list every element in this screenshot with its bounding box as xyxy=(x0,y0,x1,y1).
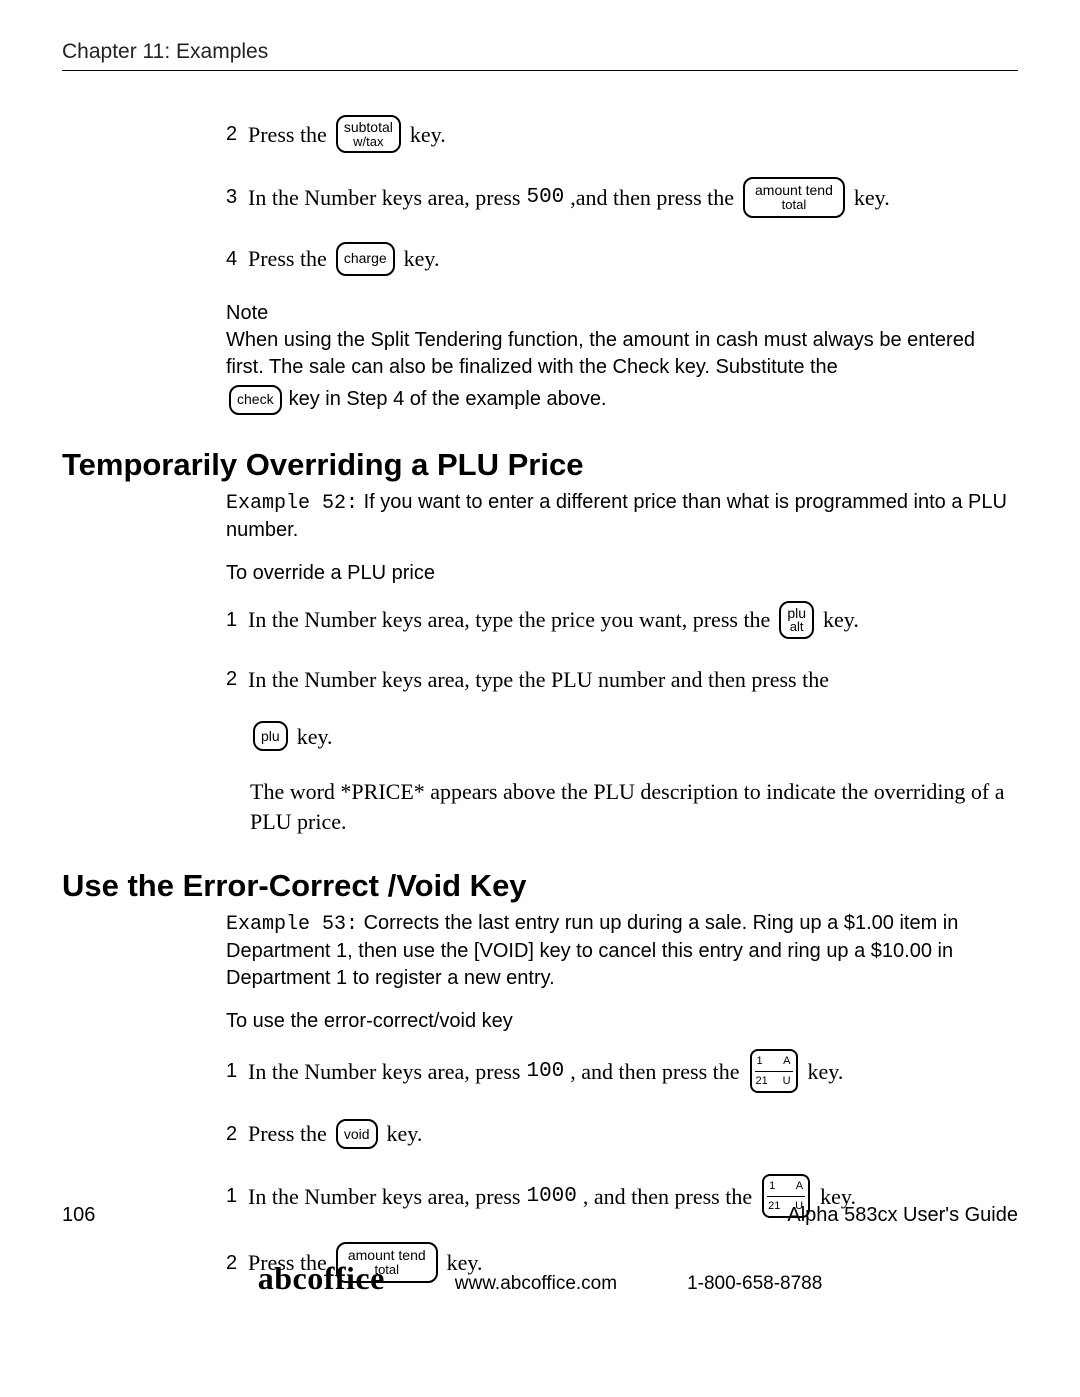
text: key. xyxy=(387,1117,423,1150)
text: key. xyxy=(404,242,440,275)
step-body: Press the subtotalw/tax key. xyxy=(248,115,1018,153)
subhead-plu: To override a PLU price xyxy=(226,562,1018,585)
note-text-2: key in Step 4 of the example above. xyxy=(289,386,607,413)
step-number: 2 xyxy=(226,119,248,149)
code-text: 100 xyxy=(526,1056,564,1088)
example-52: Example 52: If you want to enter a diffe… xyxy=(226,489,1018,544)
department-key-icon: 1A21U xyxy=(750,1049,798,1093)
step: 2Press the void key. xyxy=(226,1117,1018,1150)
guide-name: Alpha 583cx User's Guide xyxy=(787,1204,1018,1227)
text: key. xyxy=(297,720,333,753)
step-body: In the Number keys area, type the PLU nu… xyxy=(248,663,1018,696)
step-number: 3 xyxy=(226,182,248,212)
chapter-header: Chapter 11: Examples xyxy=(62,40,1018,64)
text: In the Number keys area, press xyxy=(248,181,520,214)
step: 3In the Number keys area, press 500,and … xyxy=(226,177,1018,217)
step-number: 1 xyxy=(226,605,248,635)
code-text: 500 xyxy=(526,182,564,214)
brand-logo: abcoffice xyxy=(258,1260,385,1297)
section-heading-plu: Temporarily Overriding a PLU Price xyxy=(62,447,1018,483)
text: key. xyxy=(410,118,446,151)
content-area: 2Press the subtotalw/tax key.3In the Num… xyxy=(226,115,1018,415)
note-text-1: When using the Split Tendering function,… xyxy=(226,327,1018,381)
step: 2In the Number keys area, type the PLU n… xyxy=(226,663,1018,696)
check-key-icon: check xyxy=(229,385,282,415)
step-number: 1 xyxy=(226,1056,248,1086)
note-body: When using the Split Tendering function,… xyxy=(226,327,1018,415)
text: In the Number keys area, press xyxy=(248,1055,520,1088)
amount tend-key-icon: amount tendtotal xyxy=(743,177,845,217)
text: In the Number keys area, type the price … xyxy=(248,603,770,636)
page: Chapter 11: Examples 2Press the subtotal… xyxy=(0,0,1080,1397)
text: Press the xyxy=(248,1117,327,1150)
step-body: Press the void key. xyxy=(248,1117,1018,1150)
section-heading-void: Use the Error-Correct /Void Key xyxy=(62,868,1018,904)
step-body: In the Number keys area, press 100, and … xyxy=(248,1049,1018,1093)
void-key-icon: void xyxy=(336,1119,378,1149)
brand-url: www.abcoffice.com xyxy=(455,1273,617,1295)
plu-key-icon: plu xyxy=(253,721,288,751)
example-label: Example 52: xyxy=(226,492,358,515)
text: key. xyxy=(808,1055,844,1088)
step: 4Press the charge key. xyxy=(226,242,1018,276)
step-number: 2 xyxy=(226,1119,248,1149)
text: key. xyxy=(823,603,859,636)
example-label: Example 53: xyxy=(226,913,358,936)
page-number: 106 xyxy=(62,1204,95,1227)
text: key. xyxy=(854,181,890,214)
divider xyxy=(62,70,1018,71)
plu-trailing-text: The word *PRICE* appears above the PLU d… xyxy=(250,777,1018,836)
subhead-void: To use the error-correct/void key xyxy=(226,1010,1018,1033)
example-53: Example 53: Corrects the last entry run … xyxy=(226,910,1018,992)
note-block: Note When using the Split Tendering func… xyxy=(226,300,1018,415)
step: 1In the Number keys area, press 100, and… xyxy=(226,1049,1018,1093)
step: 2Press the subtotalw/tax key. xyxy=(226,115,1018,153)
text: ,and then press the xyxy=(570,181,734,214)
text: Press the xyxy=(248,242,327,275)
plu-key-icon: plualt xyxy=(779,601,814,639)
brand-row: abcoffice www.abcoffice.com 1-800-658-87… xyxy=(0,1260,1080,1297)
brand-phone: 1-800-658-8788 xyxy=(687,1273,822,1295)
step-number: 2 xyxy=(226,664,248,694)
charge-key-icon: charge xyxy=(336,242,395,276)
subtotal-key-icon: subtotalw/tax xyxy=(336,115,401,153)
text: In the Number keys area, type the PLU nu… xyxy=(248,663,829,696)
text: , and then press the xyxy=(570,1055,739,1088)
step-body: In the Number keys area, press 500,and t… xyxy=(248,177,1018,217)
page-footer: 106 Alpha 583cx User's Guide xyxy=(62,1204,1018,1227)
step-number: 4 xyxy=(226,244,248,274)
step-body: Press the charge key. xyxy=(248,242,1018,276)
step: 1In the Number keys area, type the price… xyxy=(226,601,1018,639)
note-label: Note xyxy=(226,300,1018,327)
text: Press the xyxy=(248,118,327,151)
step-body: In the Number keys area, type the price … xyxy=(248,601,1018,639)
